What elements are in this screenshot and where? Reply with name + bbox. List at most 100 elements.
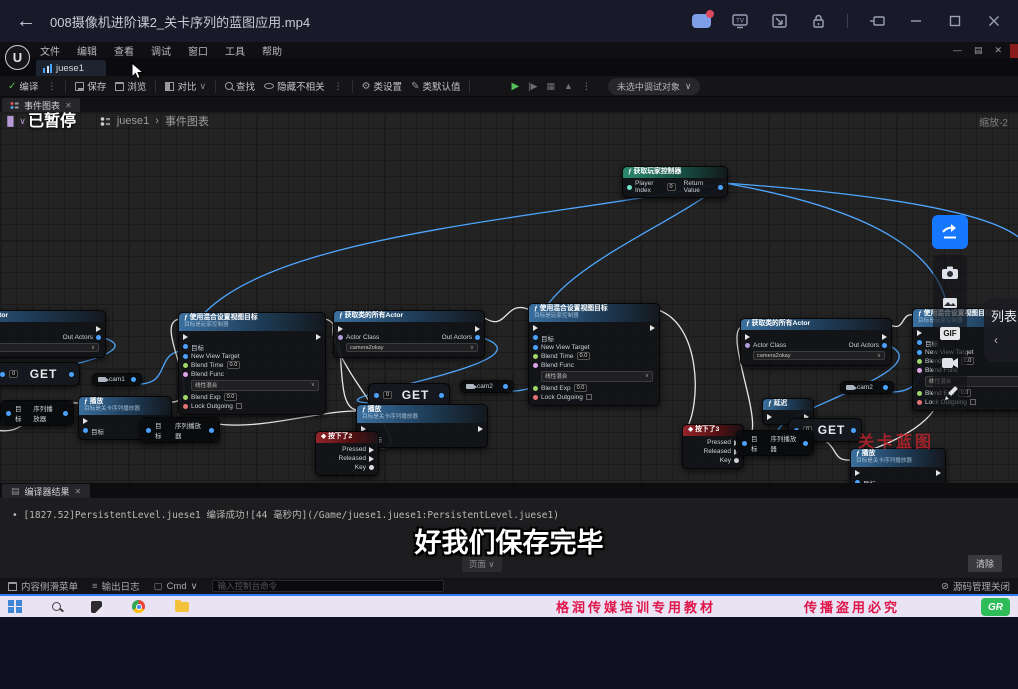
task-view-icon[interactable] [91, 601, 102, 613]
data-pin[interactable] [96, 335, 101, 340]
data-pin[interactable] [745, 343, 750, 348]
node-dropdown[interactable]: 线性混合∨ [191, 380, 319, 391]
class-defaults-button[interactable]: ✎类默认值 [411, 79, 460, 93]
data-pin[interactable] [374, 393, 379, 398]
data-pin[interactable] [917, 340, 922, 345]
data-pin[interactable] [338, 335, 343, 340]
exec-pin[interactable] [650, 325, 655, 331]
menu-help[interactable]: 帮助 [262, 43, 282, 58]
exec-pin[interactable] [183, 334, 188, 340]
save-button[interactable]: 保存 [75, 79, 106, 93]
tab-close-icon[interactable]: ✕ [65, 101, 72, 110]
data-pin[interactable] [183, 395, 188, 400]
node-play-3[interactable]: ƒ 播放目标是关卡序列播放器目标 [850, 448, 946, 483]
node-get-all-actors-3[interactable]: ƒ 获取类的所有ActorActor ClassOut Actorscamera… [740, 318, 892, 366]
exec-pin[interactable] [369, 456, 374, 462]
output-log-button[interactable]: ≡输出日志 [92, 579, 140, 593]
menu-view[interactable]: 查看 [114, 43, 134, 58]
pin-value-field[interactable]: 0.0 [577, 352, 591, 360]
pin-value-field[interactable]: 0.0 [224, 393, 238, 401]
node-set-view-target-1[interactable]: ƒ 使用混合设置视图目标目标是玩家控制器目标New View TargetBle… [178, 312, 326, 415]
menu-edit[interactable]: 编辑 [77, 43, 97, 58]
node-seq-player-3[interactable]: 目标序列播放器 [736, 430, 814, 456]
debug-object-dropdown[interactable]: 未选中调试对象∨ [608, 78, 701, 95]
compile-log-line[interactable]: • [1827.52]PersistentLevel.juese1 编译成功![… [12, 507, 1018, 521]
node-seq-player-2[interactable]: 目标序列播放器 [140, 417, 220, 443]
ue-minimize-icon[interactable]: — [953, 45, 962, 55]
menu-window[interactable]: 窗口 [188, 43, 208, 58]
data-pin[interactable] [627, 185, 632, 190]
minimize-button[interactable] [906, 12, 926, 30]
exec-pin[interactable] [83, 418, 88, 424]
data-pin[interactable] [882, 343, 887, 348]
tab-event-graph[interactable]: 事件图表 ✕ [2, 98, 80, 112]
share-button[interactable] [932, 215, 968, 249]
data-pin[interactable] [718, 185, 723, 190]
data-pin[interactable] [439, 393, 444, 398]
checkbox[interactable] [586, 394, 592, 400]
exec-pin[interactable] [882, 334, 887, 340]
ue-close-icon[interactable]: ✕ [994, 45, 1002, 56]
node-dropdown[interactable]: camera2okay∨ [753, 351, 885, 360]
source-control-status[interactable]: ⊘源码管理关闭 [941, 579, 1010, 593]
data-pin[interactable] [475, 335, 480, 340]
node-get-all-actors-2[interactable]: ƒ 获取类的所有ActorActor ClassOut Actorscamera… [333, 310, 485, 358]
gamepad-icon[interactable] [691, 12, 711, 30]
data-pin[interactable] [146, 428, 151, 433]
class-settings-button[interactable]: ⚙类设置 [362, 79, 402, 93]
data-pin[interactable] [183, 363, 188, 368]
data-pin[interactable] [6, 411, 11, 416]
data-pin[interactable] [533, 354, 538, 359]
exec-pin[interactable] [855, 470, 860, 476]
gif-record-icon[interactable]: GIF [938, 322, 962, 344]
data-pin[interactable] [69, 372, 74, 377]
diff-button[interactable]: 对比∨ [165, 79, 206, 93]
hide-unrelated-button[interactable]: 隐藏不相关 [264, 79, 325, 93]
edit-pencil-icon[interactable] [938, 382, 962, 404]
chrome-icon[interactable] [132, 600, 145, 613]
back-button[interactable]: ← [16, 10, 36, 33]
cmd-dropdown[interactable]: ▢Cmd ∨ [154, 581, 198, 592]
data-pin[interactable] [503, 384, 508, 389]
data-pin[interactable] [533, 335, 538, 340]
windows-start-icon[interactable] [8, 600, 22, 614]
data-pin[interactable] [917, 391, 922, 396]
content-drawer-button[interactable]: 内容侧滑菜单 [8, 579, 78, 593]
data-pin[interactable] [369, 465, 374, 470]
menu-debug[interactable]: 调试 [151, 43, 171, 58]
data-pin[interactable] [533, 395, 538, 400]
play-in-editor-button[interactable]: ▶ [511, 81, 519, 92]
data-pin[interactable] [917, 400, 922, 405]
tab-compiler-results[interactable]: ▤ 编译器结果 ✕ [2, 484, 90, 498]
taskbar-search-icon[interactable] [52, 602, 61, 611]
node-var-cam2-a[interactable]: cam2 [460, 380, 514, 393]
data-pin[interactable] [131, 377, 136, 382]
exec-pin[interactable] [533, 325, 538, 331]
exec-pin[interactable] [369, 447, 374, 453]
data-pin[interactable] [533, 386, 538, 391]
node-key-event-2[interactable]: ◆ 按下了3PressedReleasedKey [682, 424, 744, 469]
data-pin[interactable] [183, 354, 188, 359]
node-key-event-1[interactable]: ◆ 按下了2PressedReleasedKey [315, 431, 379, 476]
lock-icon[interactable] [808, 12, 828, 30]
ue-layout-icon[interactable]: ▤ [974, 45, 983, 56]
data-pin[interactable] [742, 441, 747, 446]
blueprint-graph-canvas[interactable]: ƒ 获取玩家控制器Player Index0Return Value ƒ 获取类的… [0, 112, 1018, 483]
node-set-view-target-2[interactable]: ƒ 使用混合设置视图目标目标是玩家控制器目标New View TargetBle… [528, 303, 660, 406]
checkbox[interactable] [970, 399, 976, 405]
frame-skip-button[interactable]: |▶ [528, 81, 537, 92]
data-pin[interactable] [533, 345, 538, 350]
node-dropdown[interactable]: camera1okay∨ [0, 343, 99, 352]
menu-file[interactable]: 文件 [40, 43, 60, 58]
node-dropdown[interactable]: camera2okay∨ [346, 343, 478, 352]
data-pin[interactable] [883, 385, 888, 390]
data-pin[interactable] [855, 480, 860, 483]
exec-pin[interactable] [338, 326, 343, 332]
file-explorer-icon[interactable] [175, 602, 189, 612]
exec-pin[interactable] [478, 426, 483, 432]
menu-tools[interactable]: 工具 [225, 43, 245, 58]
mini-mode-icon[interactable] [867, 12, 887, 30]
node-get-player-controller[interactable]: ƒ 获取玩家控制器Player Index0Return Value [622, 166, 728, 198]
data-pin[interactable] [917, 350, 922, 355]
exec-pin[interactable] [936, 470, 941, 476]
